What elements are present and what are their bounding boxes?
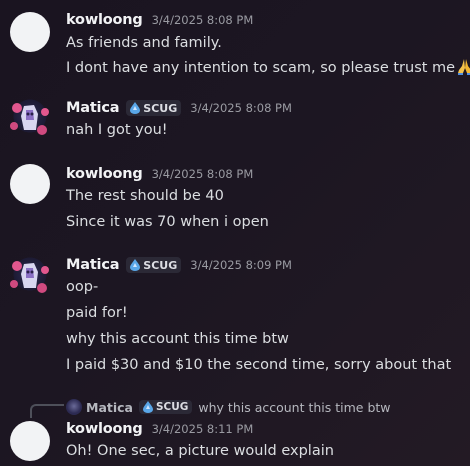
droplet-icon [130,259,141,271]
guild-tag: SCUG [138,400,193,414]
message-text: I dont have any intention to scam, so pl… [66,56,470,76]
message-text: nah I got you! [66,122,168,138]
avatar[interactable] [10,98,50,138]
guild-tag-label: SCUG [143,101,178,115]
avatar [66,399,82,415]
droplet-icon [130,102,141,114]
message-header: kowloong 3/4/2025 8:11 PM [66,419,253,439]
reply-username[interactable]: Matica [86,400,133,415]
username[interactable]: kowloong [66,421,143,437]
message-text: oop- [66,279,99,295]
message-text: The rest should be 40 [66,188,224,204]
message-text: Oh! One sec, a picture would explain [66,443,334,459]
guild-tag[interactable]: SCUG [126,257,182,273]
message-header: kowloong 3/4/2025 8:08 PM [66,164,253,184]
message-text-content: I dont have any intention to scam, so pl… [66,60,456,76]
guild-tag-label: SCUG [155,401,189,413]
timestamp[interactable]: 3/4/2025 8:09 PM [190,258,292,272]
avatar[interactable] [10,256,50,296]
avatar[interactable] [10,164,50,204]
guild-tag[interactable]: SCUG [126,100,182,116]
message-text: I paid $30 and $10 the second time, sorr… [66,357,452,373]
message-text: Since it was 70 when i open [66,214,269,230]
avatar[interactable] [10,421,50,461]
guild-tag-label: SCUG [143,258,178,272]
message-text: why this account this time btw [66,331,289,347]
message-text: As friends and family. [66,35,222,51]
username[interactable]: Matica [66,257,119,273]
chat-log: kowloong 3/4/2025 8:08 PM As friends and… [0,0,470,466]
folded-hands-emoji[interactable] [455,56,470,76]
timestamp[interactable]: 3/4/2025 8:11 PM [152,422,254,436]
timestamp[interactable]: 3/4/2025 8:08 PM [152,167,254,181]
username[interactable]: Matica [66,100,119,116]
message-header: Matica SCUG 3/4/2025 8:09 PM [66,255,292,275]
message-text: paid for! [66,305,128,321]
message-header: Matica SCUG 3/4/2025 8:08 PM [66,98,292,118]
reply-text: why this account this time btw [198,399,391,415]
reply-connector [30,404,64,418]
timestamp[interactable]: 3/4/2025 8:08 PM [152,13,254,27]
timestamp[interactable]: 3/4/2025 8:08 PM [190,101,292,115]
avatar[interactable] [10,12,50,52]
droplet-icon [142,401,153,413]
username[interactable]: kowloong [66,12,143,28]
message-header: kowloong 3/4/2025 8:08 PM [66,10,253,30]
reply-preview[interactable]: Matica SCUG why this account this time b… [66,397,391,417]
username[interactable]: kowloong [66,166,143,182]
